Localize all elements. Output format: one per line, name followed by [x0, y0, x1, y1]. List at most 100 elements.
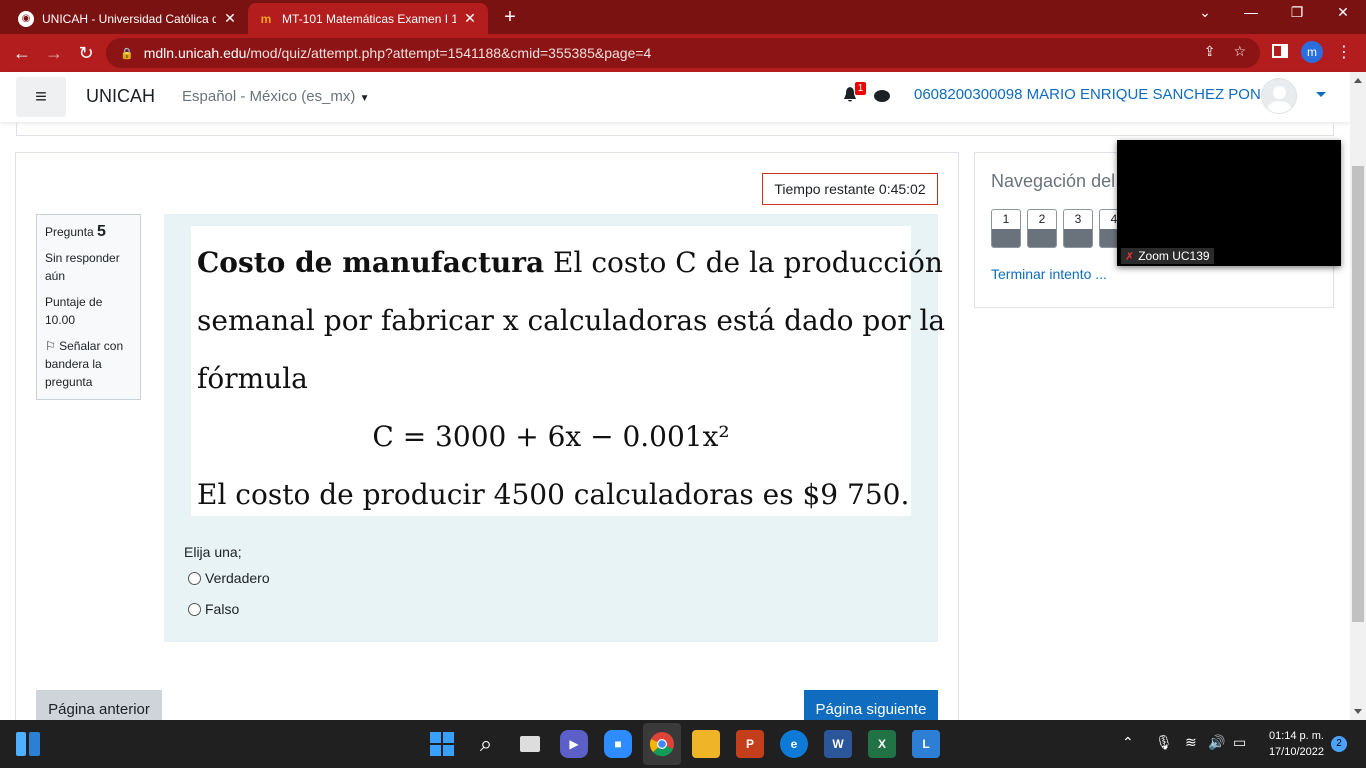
powerpoint-icon[interactable]: P [736, 730, 764, 758]
question-label: Pregunta [45, 225, 94, 239]
option-label[interactable]: Falso [205, 601, 239, 617]
scroll-down-icon[interactable] [1354, 709, 1362, 714]
word-icon[interactable]: W [824, 730, 852, 758]
previous-card-edge [16, 122, 1334, 136]
close-tab-icon[interactable]: ✕ [462, 10, 478, 27]
question-content: Costo de manufactura El costo C de la pr… [164, 214, 946, 642]
zoom-app-icon[interactable]: ■ [604, 730, 632, 758]
flag-question-link[interactable]: ⚐ Señalar con bandera la pregunta [45, 337, 132, 391]
url-host: mdln.unicah.edu [143, 45, 247, 61]
address-toolbar: ← → ↻ 🔒 mdln.unicah.edu/mod/quiz/attempt… [0, 34, 1366, 72]
edge-icon[interactable]: e [780, 730, 808, 758]
new-tab-button[interactable]: + [498, 6, 522, 29]
user-avatar[interactable] [1261, 78, 1297, 114]
finish-attempt-link[interactable]: Terminar intento ... [991, 266, 1107, 282]
file-explorer-icon[interactable] [692, 730, 720, 758]
question-info: Pregunta 5 Sin responder aún Puntaje de … [36, 214, 141, 400]
close-window-icon[interactable]: ✕ [1328, 4, 1358, 21]
question-line-2: semanal por fabricar x calculadoras está… [197, 304, 946, 337]
time-remaining: Tiempo restante 0:45:02 [762, 173, 938, 205]
zoom-participant-label: ✗ Zoom UC139 [1121, 248, 1214, 264]
tab-title: MT-101 Matemáticas Examen I 1 [282, 11, 456, 26]
language-label: Español - México (es_mx) [182, 88, 356, 105]
back-icon[interactable]: ← [10, 41, 34, 65]
chrome-icon[interactable] [648, 730, 676, 758]
tab-search-icon[interactable]: ⌄ [1190, 4, 1220, 21]
radio-verdadero[interactable] [188, 571, 201, 585]
option-label[interactable]: Verdadero [205, 570, 270, 586]
quiz-nav-question-3[interactable]: 3 [1063, 209, 1093, 248]
question-line-1: Costo de manufactura El costo C de la pr… [197, 234, 943, 292]
moodle-icon: m [260, 11, 272, 26]
quiz-nav-question-2[interactable]: 2 [1027, 209, 1057, 248]
share-icon[interactable]: ⇪ [1204, 43, 1216, 60]
show-hidden-icons-icon[interactable]: ⌃ [1122, 734, 1134, 751]
url-path: /mod/quiz/attempt.php?attempt=1541188&cm… [246, 45, 652, 61]
minimize-icon[interactable]: — [1236, 4, 1266, 20]
question-score: Puntaje de 10.00 [45, 295, 103, 327]
widgets-icon[interactable] [16, 732, 40, 756]
forward-icon[interactable]: → [42, 41, 66, 65]
user-name[interactable]: 0608200300098 MARIO ENRIQUE SANCHEZ PONC… [914, 86, 1282, 103]
zoom-participant-name: Zoom UC139 [1138, 249, 1210, 263]
windows-taskbar: ⌕ ▶ ■ P e W X L ⌃ 🎙 ≋ 🔊 ▭ 01:14 p. m. 17… [0, 720, 1366, 768]
quiz-nav-number: 2 [1038, 212, 1046, 226]
messages-icon[interactable] [874, 90, 890, 102]
question-text-image: Costo de manufactura El costo C de la pr… [191, 226, 946, 516]
choose-label: Elija una; [184, 544, 242, 560]
page-scrollbar[interactable] [1350, 72, 1366, 720]
task-view-icon[interactable] [516, 730, 544, 758]
notification-count-badge[interactable]: 2 [1331, 736, 1347, 752]
drawer-toggle-button[interactable]: ≡ [16, 77, 66, 117]
lync-icon[interactable]: L [912, 730, 940, 758]
question-formula: C = 3000 + 6x − 0.001x² [372, 420, 730, 453]
close-tab-icon[interactable]: ✕ [222, 10, 238, 27]
battery-icon[interactable]: ▭ [1233, 734, 1246, 751]
question-number: Pregunta 5 [45, 223, 132, 241]
option-verdadero[interactable]: Verdadero [188, 570, 270, 586]
volume-icon[interactable]: 🔊 [1208, 734, 1225, 751]
side-panel-icon[interactable] [1272, 44, 1288, 58]
option-falso[interactable]: Falso [188, 601, 239, 617]
tab-title: UNICAH - Universidad Católica d [42, 11, 216, 26]
question-number-value: 5 [97, 223, 106, 240]
profile-avatar[interactable]: m [1301, 41, 1323, 63]
muted-mic-icon: ✗ [1125, 250, 1135, 263]
url-bar[interactable]: 🔒 mdln.unicah.edu/mod/quiz/attempt.php?a… [106, 38, 1260, 68]
browser-tab-exam[interactable]: m MT-101 Matemáticas Examen I 1 ✕ [248, 3, 488, 34]
quiz-nav-number: 1 [1002, 212, 1010, 226]
excel-icon[interactable]: X [868, 730, 896, 758]
clock-time: 01:14 p. m. [1268, 730, 1324, 742]
flag-label: Señalar con bandera la pregunta [45, 339, 124, 389]
flag-icon: ⚐ [45, 339, 56, 353]
microphone-icon[interactable]: 🎙 [1155, 734, 1173, 751]
quiz-nav-number: 3 [1074, 212, 1082, 226]
bookmark-star-icon[interactable]: ☆ [1233, 43, 1246, 60]
user-menu-caret-icon[interactable] [1316, 92, 1326, 97]
language-menu[interactable]: Español - México (es_mx) ▼ [182, 88, 369, 105]
zoom-video-overlay[interactable]: ✗ Zoom UC139 [1117, 140, 1341, 266]
browser-tab-unicah[interactable]: ◉ UNICAH - Universidad Católica d ✕ [8, 3, 248, 34]
start-icon[interactable] [428, 730, 456, 758]
browser-tab-bar: ◉ UNICAH - Universidad Católica d ✕ m MT… [0, 0, 1366, 34]
radio-falso[interactable] [188, 602, 201, 616]
wifi-icon[interactable]: ≋ [1185, 734, 1197, 751]
notification-badge: 1 [855, 82, 866, 95]
system-clock[interactable]: 01:14 p. m. 17/10/2022 [1262, 728, 1324, 760]
globe-icon: ◉ [18, 10, 34, 27]
scrollbar-thumb[interactable] [1352, 166, 1364, 622]
lock-icon: 🔒 [120, 47, 134, 60]
browser-menu-icon[interactable]: ⋮ [1336, 42, 1352, 62]
search-icon[interactable]: ⌕ [472, 730, 500, 758]
reload-icon[interactable]: ↻ [74, 41, 98, 65]
site-brand[interactable]: UNICAH [86, 86, 155, 107]
site-header: ≡ UNICAH Español - México (es_mx) ▼ 1 06… [0, 72, 1350, 122]
question-title: Costo de manufactura [197, 246, 545, 279]
question-line-5: El costo de producir 4500 calculadoras e… [197, 478, 910, 511]
teams-chat-icon[interactable]: ▶ [560, 730, 588, 758]
question-line-3: fórmula [197, 362, 308, 395]
question-status: Sin responder aún [45, 251, 120, 283]
quiz-nav-question-1[interactable]: 1 [991, 209, 1021, 248]
scroll-up-icon[interactable] [1354, 78, 1362, 83]
restore-icon[interactable]: ❐ [1282, 4, 1312, 21]
